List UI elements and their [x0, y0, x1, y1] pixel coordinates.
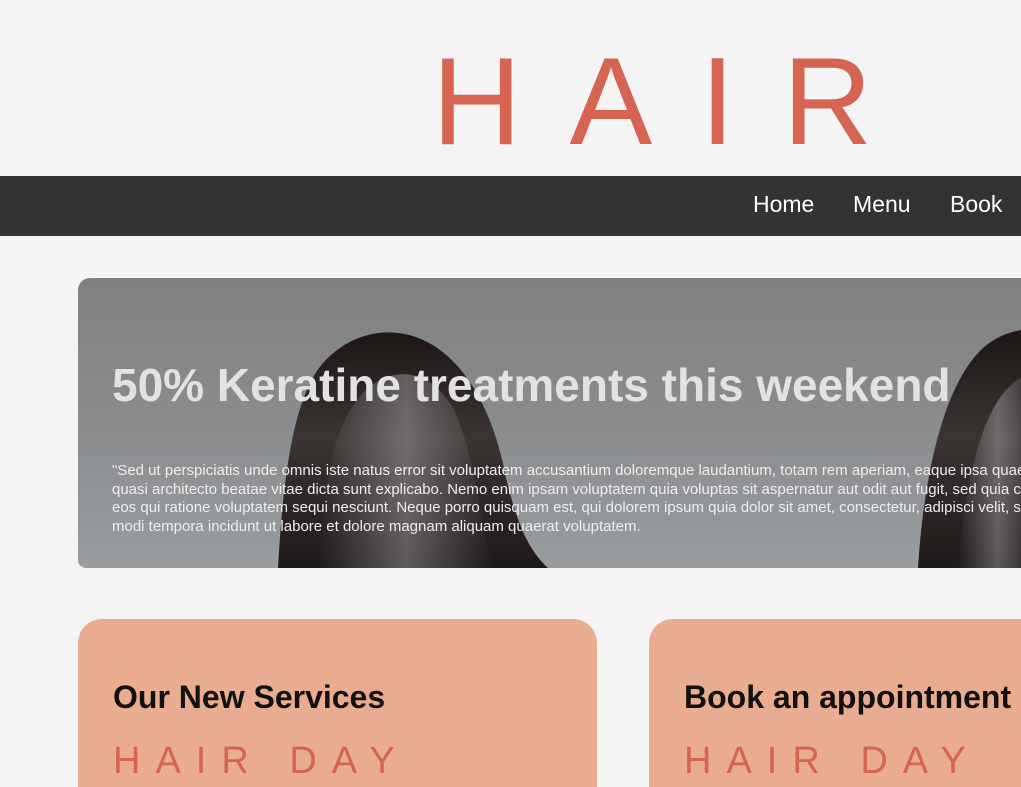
- nav-home-link[interactable]: Home: [753, 176, 814, 236]
- services-card[interactable]: Our New Services HAIR DAY: [78, 619, 597, 787]
- promo-banner: 50% Keratine treatments this weekend "Se…: [78, 278, 1021, 568]
- main-navbar: Home Menu Book: [0, 176, 1021, 236]
- services-card-subtitle: HAIR DAY: [113, 740, 410, 782]
- booking-card[interactable]: Book an appointment HAIR DAY: [649, 619, 1021, 787]
- booking-card-subtitle: HAIR DAY: [684, 740, 981, 782]
- page: HAIR Home Menu Book 50% Keratine treatme…: [0, 0, 1021, 787]
- nav-menu-link[interactable]: Menu: [853, 176, 911, 236]
- promo-description: "Sed ut perspiciatis unde omnis iste nat…: [112, 462, 1021, 535]
- promo-title: 50% Keratine treatments this weekend: [112, 359, 951, 411]
- services-card-title: Our New Services: [113, 679, 386, 715]
- nav-book-link[interactable]: Book: [950, 176, 1002, 236]
- booking-card-title: Book an appointment: [684, 679, 1012, 715]
- site-logo: HAIR: [432, 33, 921, 171]
